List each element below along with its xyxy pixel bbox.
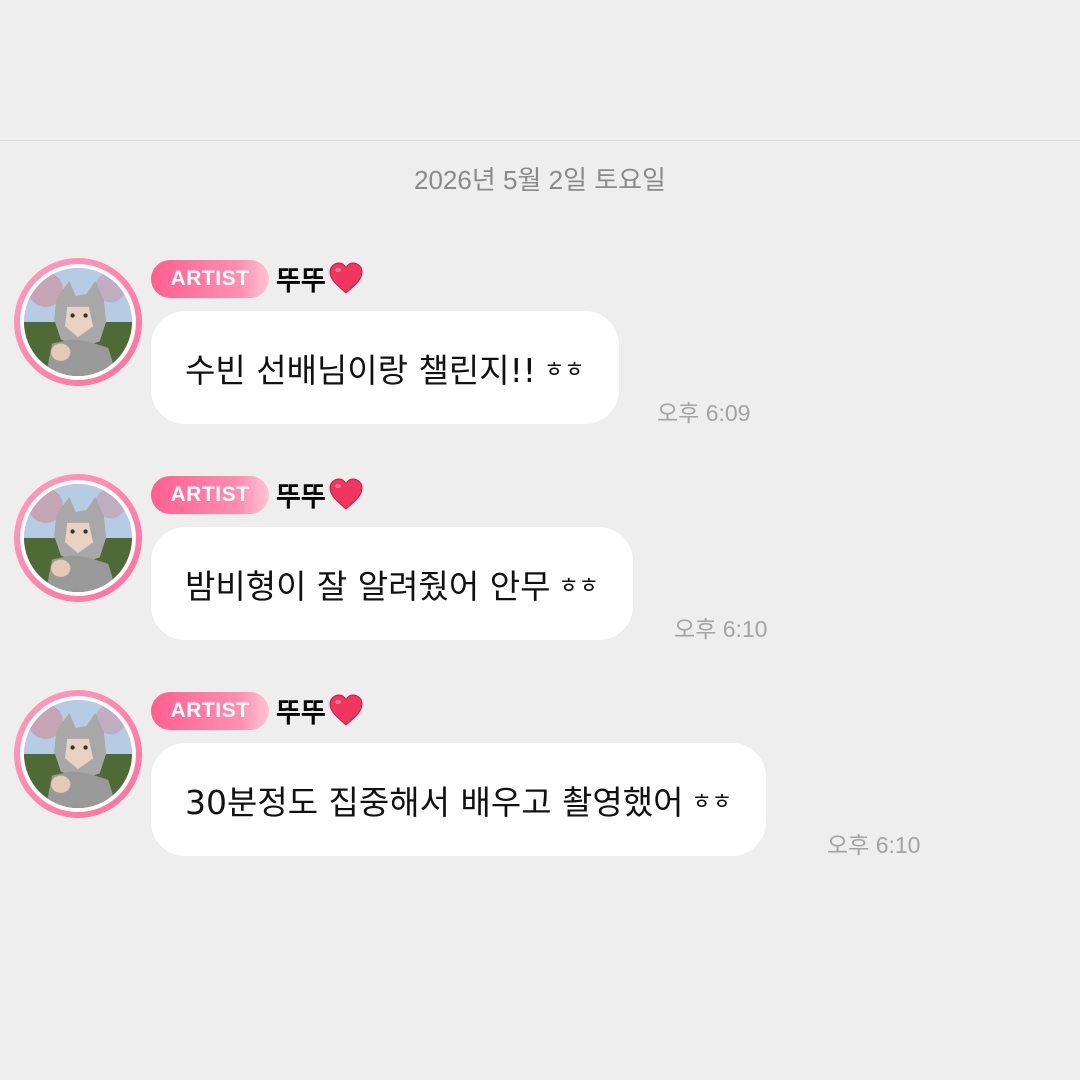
message-text: 밤비형이 잘 알려줬어 안무 [185, 566, 551, 606]
message-time: 오후 6:10 [827, 832, 921, 858]
message-time: 오후 6:09 [657, 400, 751, 426]
sender[interactable]: 뚜뚜 [276, 474, 364, 514]
sender-name: 뚜뚜 [276, 265, 326, 297]
message-row: ARTIST 뚜뚜 30분정도 집중해서 배우고 촬영했어 ㅎㅎ 오후 6:10 [0, 690, 1080, 870]
message-text: 수빈 선배님이랑 챌린지!! [185, 350, 537, 390]
sender[interactable]: 뚜뚜 [276, 258, 364, 298]
sender[interactable]: 뚜뚜 [276, 690, 364, 730]
avatar-image [24, 484, 132, 592]
message-time: 오후 6:10 [674, 616, 768, 642]
message-suffix: ㅎㅎ [544, 357, 585, 383]
sender-name: 뚜뚜 [276, 481, 326, 513]
avatar[interactable] [14, 258, 142, 386]
top-blank-area [0, 0, 1080, 141]
date-divider: 2026년 5월 2일 토요일 [414, 165, 666, 195]
avatar-image [24, 268, 132, 376]
message-bubble[interactable]: 30분정도 집중해서 배우고 촬영했어 ㅎㅎ [151, 743, 766, 856]
heart-icon [329, 262, 363, 294]
heart-icon [329, 478, 363, 510]
sender-name: 뚜뚜 [276, 697, 326, 729]
avatar-image [24, 700, 132, 808]
message-bubble[interactable]: 수빈 선배님이랑 챌린지!! ㅎㅎ [151, 311, 619, 424]
artist-badge: ARTIST [151, 260, 269, 298]
avatar[interactable] [14, 474, 142, 602]
message-row: ARTIST 뚜뚜 수빈 선배님이랑 챌린지!! ㅎㅎ 오후 6:09 [0, 258, 1080, 438]
artist-badge: ARTIST [151, 692, 269, 730]
heart-icon [329, 694, 363, 726]
message-suffix: ㅎㅎ [691, 789, 732, 815]
message-suffix: ㅎㅎ [558, 573, 599, 599]
message-row: ARTIST 뚜뚜 밤비형이 잘 알려줬어 안무 ㅎㅎ 오후 6:10 [0, 474, 1080, 654]
avatar[interactable] [14, 690, 142, 818]
message-text: 30분정도 집중해서 배우고 촬영했어 [185, 782, 684, 822]
artist-badge: ARTIST [151, 476, 269, 514]
message-bubble[interactable]: 밤비형이 잘 알려줬어 안무 ㅎㅎ [151, 527, 633, 640]
